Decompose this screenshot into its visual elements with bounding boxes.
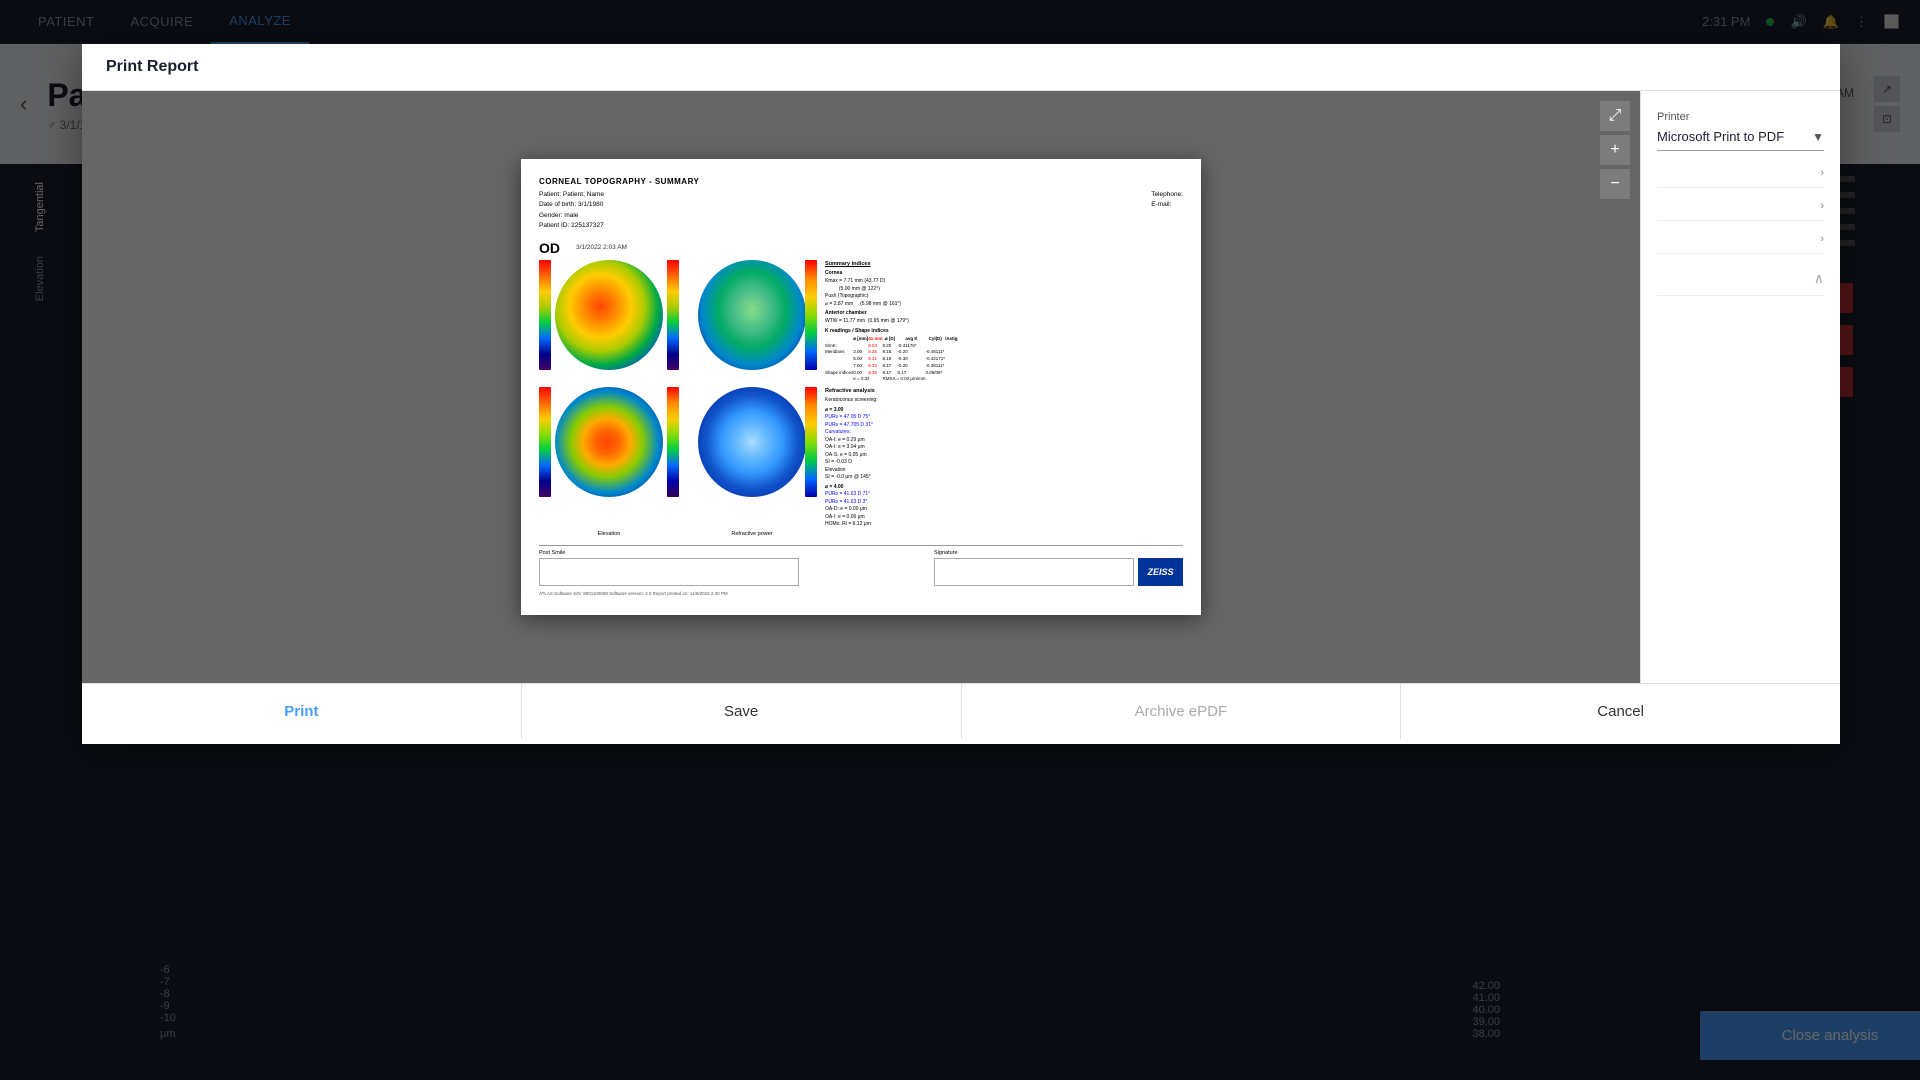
email-label: E-mail: [1151, 201, 1171, 208]
printer-option-1[interactable]: › [1657, 167, 1824, 188]
cancel-button[interactable]: Cancel [1401, 684, 1840, 739]
print-patient-name: Patient, Name [563, 191, 604, 198]
save-button[interactable]: Save [522, 684, 962, 739]
printer-dropdown-arrow: ▼ [1812, 130, 1824, 144]
dob-label: Date of birth: [539, 201, 576, 208]
option-1-arrow: › [1820, 167, 1824, 179]
printer-panel: Printer Microsoft Print to PDF ▼ › › [1640, 91, 1840, 683]
print-map-label-axial: Refractive power [687, 531, 817, 537]
print-data-summary: Summary indices Cornea Kmax = 7.71 mm (4… [825, 260, 1183, 384]
printer-options: › › › ∧ [1657, 167, 1824, 296]
zoom-in-button[interactable]: + [1600, 135, 1630, 165]
printer-label: Printer [1657, 111, 1824, 123]
print-doc-title: CORNEAL TOPOGRAPHY - SUMMARY [539, 177, 1183, 186]
print-zeiss-logo: ZEISS [1138, 558, 1183, 586]
patient-label: Patient: [539, 191, 561, 198]
print-signature-line [934, 558, 1134, 586]
print-footer: Post Smile Signature ZEISS [539, 545, 1183, 586]
option-2-arrow: › [1820, 200, 1824, 212]
print-gender: male [564, 212, 578, 219]
print-date: 3/1/2022 2:03 AM [576, 244, 627, 251]
print-document: CORNEAL TOPOGRAPHY - SUMMARY Patient: Pa… [521, 159, 1201, 615]
option-expand-icon: ∧ [1814, 270, 1824, 287]
print-sig-section2: Signature ZEISS [934, 550, 1183, 586]
print-meta-right: Telephone: E-mail: [1151, 190, 1183, 232]
zoom-controls: ⤢ + − [1600, 101, 1630, 199]
zoom-out-button[interactable]: − [1600, 169, 1630, 199]
print-atlas-footer: ATLAS Software S/N: 9801100008 Software … [539, 591, 728, 596]
expand-view-button[interactable]: ⤢ [1600, 101, 1630, 131]
preview-area: CORNEAL TOPOGRAPHY - SUMMARY Patient: Pa… [82, 91, 1640, 683]
print-button[interactable]: Print [82, 684, 522, 739]
archive-epdf-button[interactable]: Archive ePDF [962, 684, 1402, 739]
print-signature-label: Signature [934, 550, 1183, 556]
modal-footer: Print Save Archive ePDF Cancel [82, 683, 1840, 739]
printer-option-4[interactable]: ∧ [1657, 266, 1824, 296]
print-map-label-tangential: Elevation [539, 531, 679, 537]
print-meta-left: Patient: Patient, Name Date of birth: 3/… [539, 190, 604, 232]
print-od-label: OD [539, 240, 560, 256]
option-3-arrow: › [1820, 233, 1824, 245]
telephone-label: Telephone: [1151, 191, 1183, 198]
printer-name: Microsoft Print to PDF [1657, 129, 1784, 144]
modal-title: Print Report [106, 58, 198, 76]
print-map-elevation-top [687, 260, 817, 384]
modal-overlay: Print Report CORNEAL TOPOGRAPHY - SUMMAR… [0, 0, 1920, 1080]
print-post-smile-label: Post Smile [539, 550, 799, 556]
id-label: Patient ID: [539, 222, 569, 229]
print-dob: 3/1/1980 [578, 201, 603, 208]
print-signature-box [539, 558, 799, 586]
print-map-tangential [539, 260, 679, 384]
print-footer-text: ATLAS Software S/N: 9801100008 Software … [539, 590, 1183, 597]
print-meta: Patient: Patient, Name Date of birth: 3/… [539, 190, 1183, 232]
modal-body: CORNEAL TOPOGRAPHY - SUMMARY Patient: Pa… [82, 91, 1840, 683]
printer-option-2[interactable]: › [1657, 200, 1824, 221]
print-map-tangential-2 [539, 387, 679, 529]
print-signature-section: Post Smile [539, 550, 799, 586]
print-map-elevation-bottom [687, 387, 817, 529]
modal-header: Print Report [82, 44, 1840, 91]
gender-label: Gender: [539, 212, 563, 219]
print-id: 225137327 [571, 222, 604, 229]
print-report-modal: Print Report CORNEAL TOPOGRAPHY - SUMMAR… [82, 44, 1840, 744]
print-data-refractive: Refractive analysis Keratoconus screenin… [825, 387, 1183, 529]
printer-selector[interactable]: Microsoft Print to PDF ▼ [1657, 129, 1824, 151]
printer-option-3[interactable]: › [1657, 233, 1824, 254]
